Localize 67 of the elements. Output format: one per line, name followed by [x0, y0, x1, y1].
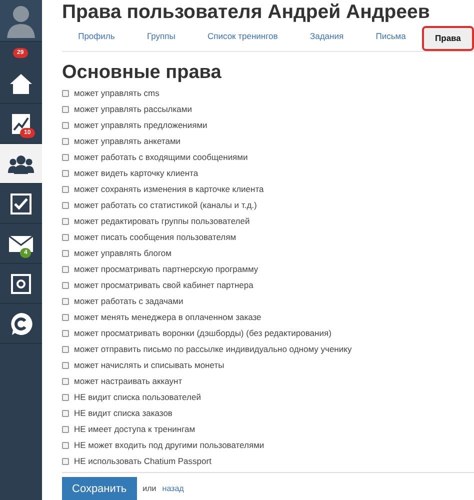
page-title: Права пользователя Андрей Андреев [62, 0, 431, 24]
tab[interactable]: Профиль [62, 26, 131, 51]
checkbox[interactable] [62, 218, 69, 226]
avatar-icon[interactable] [6, 4, 36, 38]
section-heading: Основные права [62, 60, 222, 85]
permission-label: НЕ использовать Chatium Passport [74, 455, 212, 468]
back-link[interactable]: назад [162, 483, 184, 495]
permission-label: может писать сообщения пользователям [74, 231, 236, 244]
checkbox[interactable] [62, 362, 69, 370]
permission-label: НЕ видит списка пользователей [74, 391, 201, 404]
mail-icon[interactable] [9, 236, 33, 252]
checkbox[interactable] [62, 330, 69, 338]
users-icon[interactable] [8, 154, 34, 174]
checkbox[interactable] [62, 266, 69, 274]
permission-label: может управлять блогом [74, 247, 172, 260]
checkbox[interactable] [62, 154, 69, 162]
permission-label: может настраивать аккаунт [74, 375, 182, 388]
checkbox[interactable] [62, 202, 69, 210]
permission-label: может просматривать свой кабинет партнера [74, 279, 254, 292]
checkbox[interactable] [62, 170, 69, 178]
checkbox[interactable] [62, 282, 69, 290]
permission-label: может работать с задачами [74, 295, 184, 308]
chat-icon[interactable] [9, 312, 33, 336]
permission-label: может работать со статистикой (каналы и т.д.) [74, 199, 257, 212]
permission-label: может управлять анкетами [74, 135, 181, 148]
checkbox[interactable] [62, 394, 69, 402]
checkbox[interactable] [62, 90, 69, 98]
home-icon[interactable] [9, 73, 33, 95]
permission-label: может просматривать воронки (дэшборды) (без редактирования) [74, 327, 332, 340]
checkbox[interactable] [62, 122, 69, 130]
checkbox[interactable] [62, 298, 69, 306]
or-text: или [142, 483, 156, 495]
permission-label: может управлять cms [74, 87, 160, 100]
checkbox[interactable] [62, 106, 69, 114]
permission-label: может управлять рассылками [74, 103, 192, 116]
checkbox[interactable] [62, 410, 69, 418]
checkbox[interactable] [62, 346, 69, 354]
tab[interactable]: Письма [360, 26, 422, 51]
tab[interactable]: Задания [294, 26, 360, 51]
checkbox-icon[interactable] [10, 192, 32, 214]
checkbox[interactable] [62, 442, 69, 450]
permission-label: может менять менеджера в оплаченном заказе [74, 311, 262, 324]
save-button[interactable]: Сохранить [62, 476, 137, 500]
checkbox[interactable] [62, 186, 69, 194]
permission-label: может работать с входящими сообщениями [74, 151, 248, 164]
tab[interactable]: Список тренингов [191, 26, 294, 51]
checkbox[interactable] [62, 138, 69, 146]
checkbox[interactable] [62, 314, 69, 322]
permission-label: НЕ может входить под другими пользователями [74, 439, 264, 452]
safe-icon[interactable] [11, 274, 31, 294]
permission-label: НЕ имеет доступа к тренингам [74, 423, 196, 436]
permission-label: может видеть карточку клиента [74, 167, 198, 180]
checkbox[interactable] [62, 458, 69, 466]
permission-label: может редактировать группы пользователей [74, 215, 250, 228]
checkbox[interactable] [62, 426, 69, 434]
tab[interactable]: Группы [130, 26, 192, 51]
permission-label: может управлять предложениями [74, 119, 208, 132]
chart-icon[interactable] [11, 112, 31, 134]
permission-label: может отправить письмо по рассылке индивидуально одному ученику [74, 343, 352, 356]
tab[interactable]: Права [422, 26, 474, 51]
permission-label: может просматривать партнерскую программу [74, 263, 258, 276]
permission-label: может начислять и списывать монеты [74, 359, 224, 372]
permission-label: НЕ видит списка заказов [74, 407, 172, 420]
permission-label: может сохранять изменения в карточке клиента [74, 183, 264, 196]
checkbox[interactable] [62, 378, 69, 386]
checkbox[interactable] [62, 250, 69, 258]
checkbox[interactable] [62, 234, 69, 242]
